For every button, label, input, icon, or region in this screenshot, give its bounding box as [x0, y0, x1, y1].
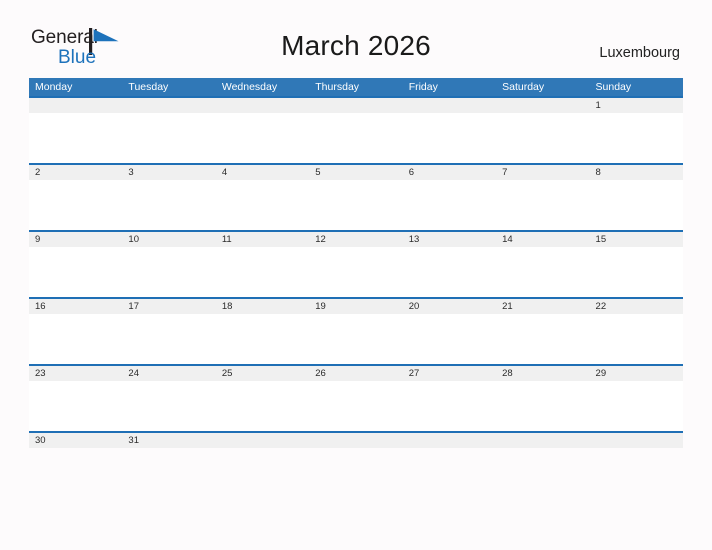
day-cell[interactable] — [122, 98, 215, 113]
page-header: General Blue March 2026 Luxembourg — [0, 0, 712, 78]
day-cell[interactable]: 29 — [590, 366, 683, 381]
day-cell[interactable]: 19 — [309, 299, 402, 314]
week-note-area[interactable] — [29, 381, 683, 433]
day-cell[interactable] — [496, 98, 589, 113]
calendar-page: General Blue March 2026 Luxembourg Monda… — [0, 0, 712, 550]
day-cell[interactable]: 8 — [590, 165, 683, 180]
week-note-area[interactable] — [29, 113, 683, 165]
day-cell[interactable]: 27 — [403, 366, 496, 381]
day-cell[interactable]: 10 — [122, 232, 215, 247]
day-cell[interactable] — [590, 433, 683, 448]
day-cell[interactable]: 15 — [590, 232, 683, 247]
day-cell[interactable]: 7 — [496, 165, 589, 180]
day-cell[interactable]: 9 — [29, 232, 122, 247]
day-cell[interactable]: 11 — [216, 232, 309, 247]
day-cell[interactable]: 24 — [122, 366, 215, 381]
week-row: 16 17 18 19 20 21 22 — [29, 297, 683, 366]
week-note-area[interactable] — [29, 448, 683, 500]
day-cell[interactable]: 28 — [496, 366, 589, 381]
day-cell[interactable]: 26 — [309, 366, 402, 381]
day-cell[interactable]: 23 — [29, 366, 122, 381]
weekday-header-wednesday: Wednesday — [221, 81, 278, 93]
week-note-area[interactable] — [29, 314, 683, 366]
day-cell[interactable]: 3 — [122, 165, 215, 180]
weekday-header-saturday: Saturday — [502, 81, 545, 93]
week-date-strip: 9 10 11 12 13 14 15 — [29, 232, 683, 247]
day-cell[interactable] — [216, 433, 309, 448]
day-cell[interactable]: 16 — [29, 299, 122, 314]
weekday-header-friday: Friday — [408, 81, 438, 93]
week-date-strip: 30 31 — [29, 433, 683, 448]
weekday-header-row: Monday Tuesday Wednesday Thursday Friday… — [29, 78, 683, 96]
week-row: 23 24 25 26 27 28 29 — [29, 364, 683, 433]
week-date-strip: 1 — [29, 98, 683, 113]
day-cell[interactable]: 21 — [496, 299, 589, 314]
week-row: 1 — [29, 96, 683, 165]
weekday-header-sunday: Sunday — [595, 81, 632, 93]
day-cell[interactable] — [29, 98, 122, 113]
day-cell[interactable] — [309, 433, 402, 448]
day-cell[interactable]: 1 — [590, 98, 683, 113]
day-cell[interactable]: 5 — [309, 165, 402, 180]
day-cell[interactable] — [403, 98, 496, 113]
week-date-strip: 16 17 18 19 20 21 22 — [29, 299, 683, 314]
week-row: 9 10 11 12 13 14 15 — [29, 230, 683, 299]
day-cell[interactable] — [309, 98, 402, 113]
week-note-area[interactable] — [29, 247, 683, 299]
day-cell[interactable]: 18 — [216, 299, 309, 314]
weekday-header-monday: Monday — [35, 81, 73, 93]
day-cell[interactable]: 2 — [29, 165, 122, 180]
day-cell[interactable]: 4 — [216, 165, 309, 180]
day-cell[interactable]: 20 — [403, 299, 496, 314]
week-note-area[interactable] — [29, 180, 683, 232]
week-row: 2 3 4 5 6 7 8 — [29, 163, 683, 232]
weekday-header-tuesday: Tuesday — [128, 81, 169, 93]
day-cell[interactable]: 12 — [309, 232, 402, 247]
region-label: Luxembourg — [599, 45, 680, 61]
week-date-strip: 23 24 25 26 27 28 29 — [29, 366, 683, 381]
day-cell[interactable]: 14 — [496, 232, 589, 247]
day-cell[interactable]: 25 — [216, 366, 309, 381]
day-cell[interactable] — [496, 433, 589, 448]
day-cell[interactable] — [403, 433, 496, 448]
day-cell[interactable] — [216, 98, 309, 113]
week-date-strip: 2 3 4 5 6 7 8 — [29, 165, 683, 180]
weekday-header-thursday: Thursday — [315, 81, 360, 93]
day-cell[interactable]: 6 — [403, 165, 496, 180]
calendar-grid: Monday Tuesday Wednesday Thursday Friday… — [29, 78, 683, 498]
day-cell[interactable]: 13 — [403, 232, 496, 247]
week-row: 30 31 — [29, 431, 683, 498]
day-cell[interactable]: 30 — [29, 433, 122, 448]
day-cell[interactable]: 31 — [122, 433, 215, 448]
day-cell[interactable]: 17 — [122, 299, 215, 314]
day-cell[interactable]: 22 — [590, 299, 683, 314]
